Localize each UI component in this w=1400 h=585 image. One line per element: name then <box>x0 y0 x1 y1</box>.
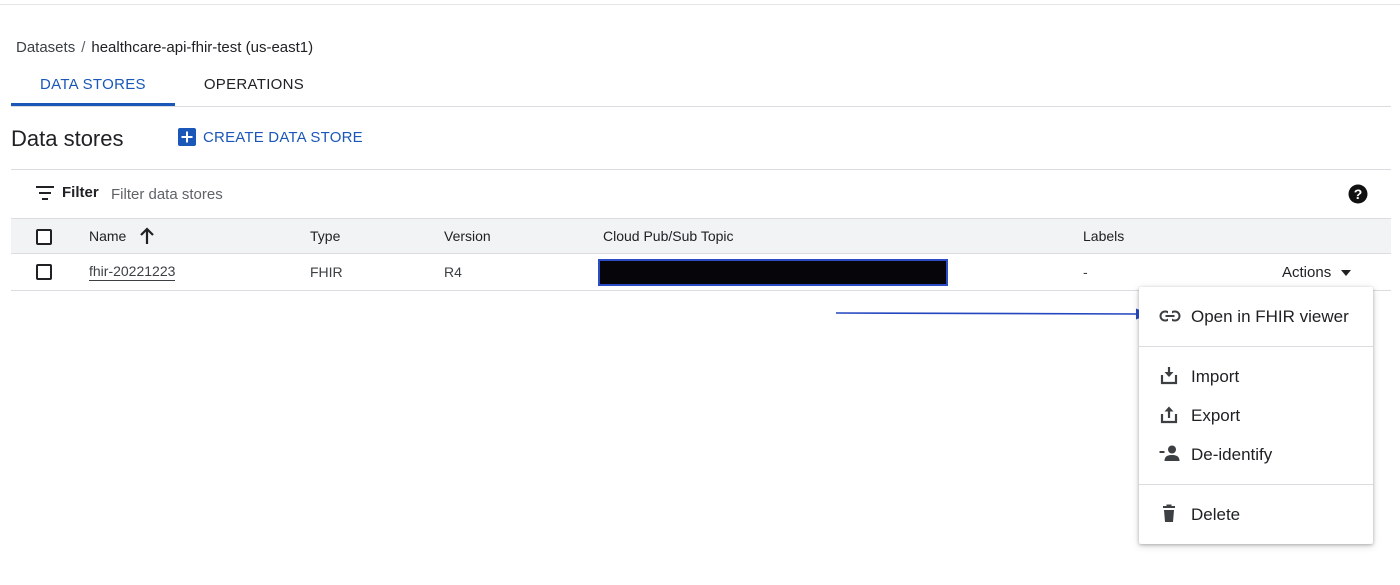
breadcrumb-current: healthcare-api-fhir-test (us-east1) <box>91 39 314 56</box>
breadcrumb-separator: / <box>81 39 86 56</box>
top-divider <box>0 4 1400 5</box>
tab-data-stores[interactable]: DATA STORES <box>11 68 175 106</box>
filter-icon[interactable] <box>36 186 54 200</box>
menu-item-open-fhir-viewer[interactable]: Open in FHIR viewer <box>1139 298 1373 334</box>
data-store-name-link[interactable]: fhir-20221223 <box>89 263 176 281</box>
column-header-pubsub-topic: Cloud Pub/Sub Topic <box>603 228 734 244</box>
column-header-labels: Labels <box>1083 228 1125 244</box>
row-checkbox[interactable] <box>36 264 52 280</box>
add-box-icon <box>178 128 196 146</box>
arrow-up-icon[interactable] <box>139 227 155 245</box>
actions-label: Actions <box>1282 264 1332 281</box>
select-all-checkbox[interactable] <box>36 229 52 245</box>
menu-item-label: Import <box>1191 367 1240 386</box>
breadcrumb: Datasets / healthcare-api-fhir-test (us-ea… <box>16 38 313 58</box>
menu-item-delete[interactable]: Delete <box>1139 496 1373 532</box>
menu-item-label: Open in FHIR viewer <box>1191 307 1349 326</box>
data-store-labels: - <box>1083 264 1088 280</box>
menu-item-label: Export <box>1191 406 1241 425</box>
create-data-store-label: CREATE DATA STORE <box>203 128 363 146</box>
menu-divider <box>1139 484 1373 485</box>
column-header-name[interactable]: Name <box>89 228 126 244</box>
annotation-arrow <box>836 308 1150 320</box>
table-header: Name Type Version Cloud Pub/Sub Topic La… <box>11 218 1391 254</box>
export-icon <box>1160 406 1178 424</box>
column-header-type: Type <box>310 228 341 244</box>
filter-label: Filter <box>62 184 99 201</box>
filter-bar: Filter ? <box>11 170 1391 218</box>
column-header-version: Version <box>444 228 491 244</box>
menu-divider <box>1139 346 1373 347</box>
actions-menu: Open in FHIR viewer Import Export De-ide… <box>1139 287 1373 544</box>
data-store-type: FHIR <box>310 264 343 280</box>
tab-bar: DATA STORES OPERATIONS <box>11 68 333 106</box>
import-icon <box>1160 367 1178 385</box>
link-icon <box>1159 310 1181 322</box>
data-store-version: R4 <box>444 264 462 280</box>
breadcrumb-datasets-link[interactable]: Datasets <box>16 39 75 56</box>
actions-dropdown-button[interactable]: Actions <box>1282 264 1352 281</box>
help-icon[interactable]: ? <box>1348 184 1368 204</box>
menu-item-de-identify[interactable]: De-identify <box>1139 436 1373 472</box>
menu-item-label: Delete <box>1191 505 1241 524</box>
de-identify-icon <box>1159 445 1180 461</box>
page-title: Data stores <box>11 126 124 151</box>
tab-operations[interactable]: OPERATIONS <box>175 68 333 106</box>
filter-input[interactable] <box>111 182 511 206</box>
dropdown-arrow-icon <box>1341 269 1352 276</box>
redacted-pubsub-topic <box>598 259 948 286</box>
menu-item-label: De-identify <box>1191 445 1273 464</box>
svg-text:?: ? <box>1354 186 1363 202</box>
trash-icon <box>1163 504 1175 522</box>
tabs-divider <box>11 106 1391 107</box>
create-data-store-button[interactable]: CREATE DATA STORE <box>178 128 363 146</box>
menu-item-export[interactable]: Export <box>1139 397 1373 433</box>
table-row: fhir-20221223 FHIR R4 - Actions <box>11 254 1391 291</box>
menu-item-import[interactable]: Import <box>1139 358 1373 394</box>
